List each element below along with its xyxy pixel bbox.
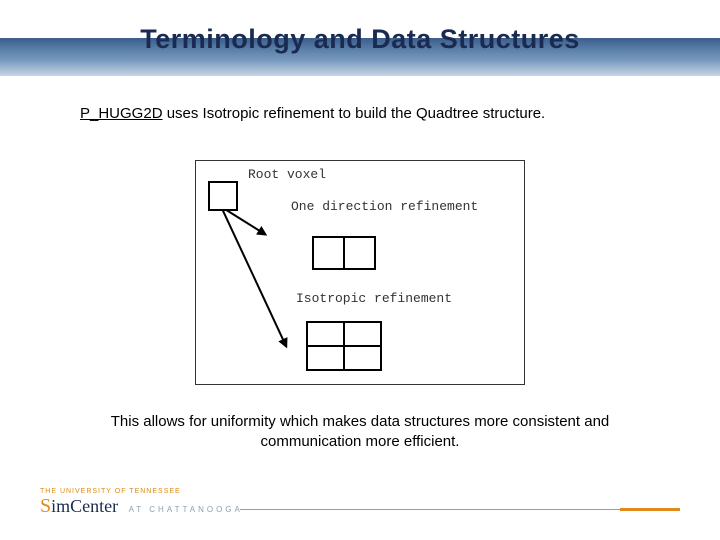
isotropic-label: Isotropic refinement [296,291,452,306]
simcenter-logo: SimCenter [40,496,118,516]
slide-title: Terminology and Data Structures [0,24,720,55]
chattanooga-label: AT CHATTANOOGA [129,505,243,514]
root-voxel-box [208,181,238,211]
one-direction-box [312,236,376,270]
root-voxel-label: Root voxel [248,167,326,182]
footer: THE UNIVERSITY OF TENNESSEE SimCenter AT… [40,488,680,528]
footer-rule [240,509,680,510]
one-direction-label: One direction refinement [291,199,478,214]
subtitle-rest: uses Isotropic refinement to build the Q… [163,105,546,122]
simcenter-s: S [40,495,51,517]
simcenter-rest: imCenter [51,496,118,516]
isotropic-hdivider [308,345,380,347]
subtitle-keyword: P_HUGG2D [80,105,163,122]
conclusion-text: This allows for uniformity which makes d… [110,412,610,453]
one-direction-divider [343,238,345,268]
isotropic-box [306,321,382,371]
subtitle-text: P_HUGG2D uses Isotropic refinement to bu… [80,105,660,122]
arrow-to-isotropic [222,210,287,347]
university-name: THE UNIVERSITY OF TENNESSEE [40,488,680,495]
refinement-diagram: Root voxel One direction refinement Isot… [195,160,525,385]
